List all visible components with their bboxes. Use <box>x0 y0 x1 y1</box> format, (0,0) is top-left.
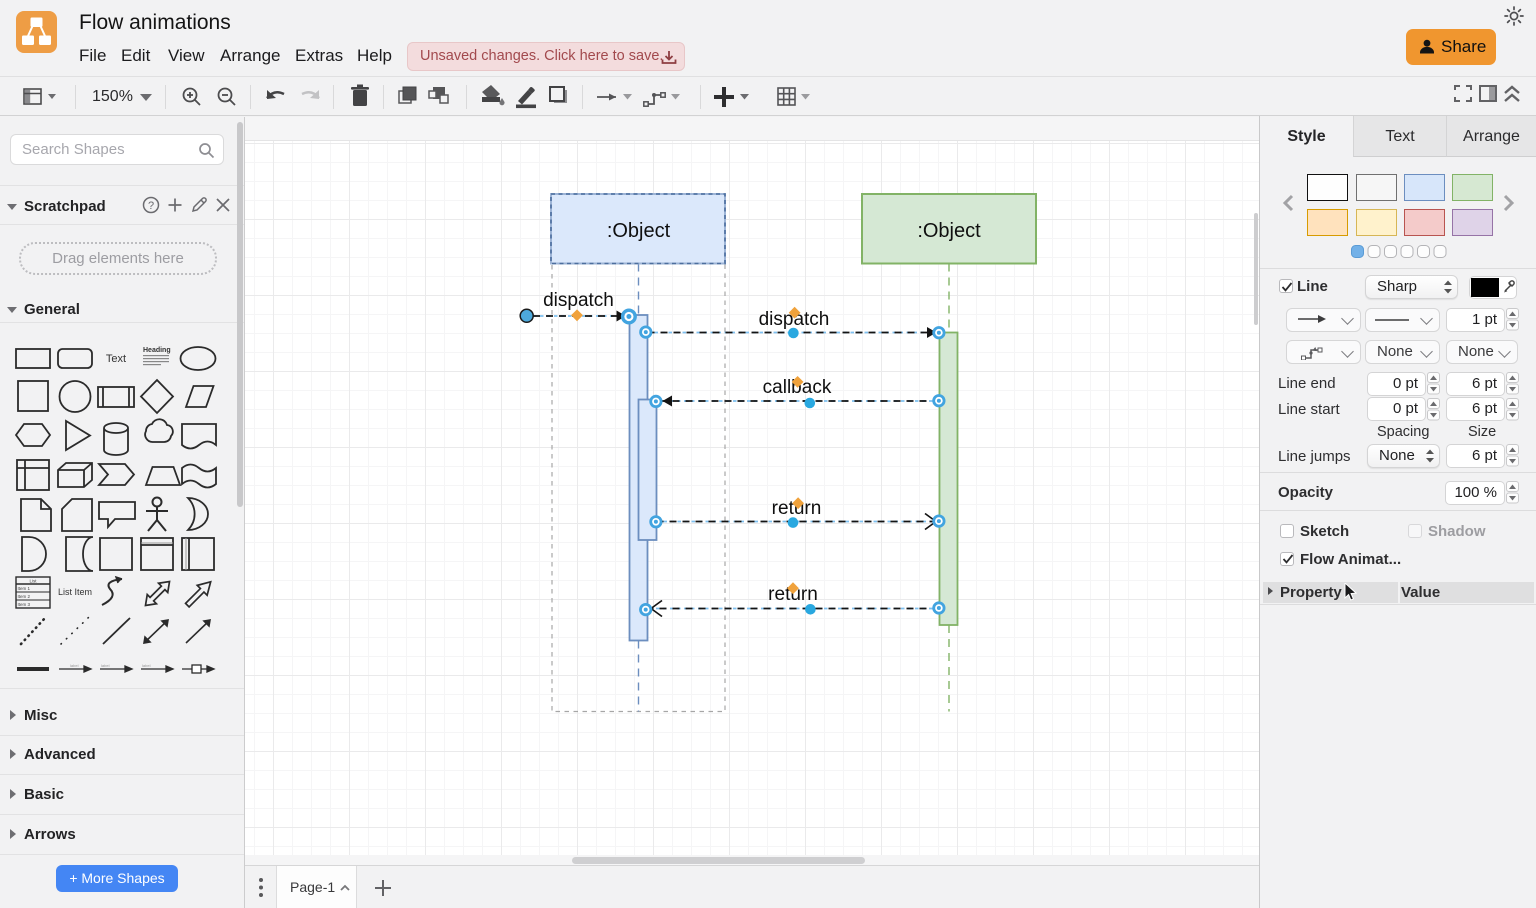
svg-text:label: label <box>142 663 151 668</box>
svg-text:Heading: Heading <box>143 347 171 354</box>
svg-text::Object: :Object <box>607 220 671 242</box>
svg-text:dispatch: dispatch <box>543 290 614 311</box>
svg-text:Item 2: Item 2 <box>18 594 31 599</box>
svg-text:label: label <box>70 663 79 668</box>
svg-text:label: label <box>101 663 110 668</box>
svg-text:?: ? <box>148 200 154 212</box>
svg-text:Item 1: Item 1 <box>18 586 31 591</box>
svg-text:List: List <box>29 579 37 584</box>
svg-text::Object: :Object <box>917 220 981 242</box>
svg-text:Item 3: Item 3 <box>18 602 31 607</box>
svg-text:Text: Text <box>106 353 126 365</box>
svg-text:List Item: List Item <box>58 587 92 597</box>
